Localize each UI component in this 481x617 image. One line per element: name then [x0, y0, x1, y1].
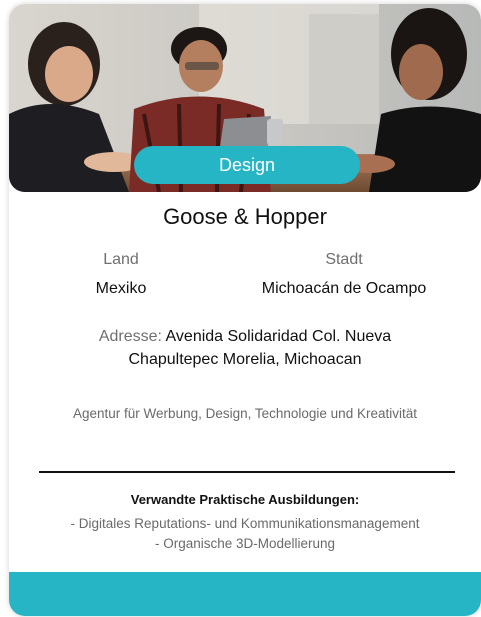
- city-label: Stadt: [325, 251, 363, 268]
- company-name: Goose & Hopper: [163, 204, 327, 229]
- related-training-item: - Digitales Reputations- und Kommunikati…: [70, 516, 420, 531]
- company-description: Agentur für Werbung, Design, Technologie…: [73, 406, 417, 421]
- city-value: Michoacán de Ocampo: [261, 280, 427, 297]
- address-label: Adresse:: [98, 328, 162, 345]
- related-trainings-list: - Digitales Reputations- und Kommunikati…: [9, 514, 481, 554]
- related-training-item: - Organische 3D-Modellierung: [154, 536, 336, 551]
- footer-bar: [9, 572, 481, 616]
- related-trainings-heading: Verwandte Praktische Ausbildungen:: [130, 492, 360, 507]
- country-value: Mexiko: [95, 280, 147, 297]
- address-value: Avenida Solidaridad Col. Nueva Chapultep…: [128, 328, 392, 368]
- category-badge: Design: [134, 146, 360, 184]
- address-block: Adresse: Avenida Solidaridad Col. Nueva …: [59, 325, 431, 371]
- divider: [39, 471, 455, 473]
- country-label: Land: [103, 251, 139, 268]
- company-card: Design Goose & Hopper Land Stadt Mexiko …: [9, 4, 481, 616]
